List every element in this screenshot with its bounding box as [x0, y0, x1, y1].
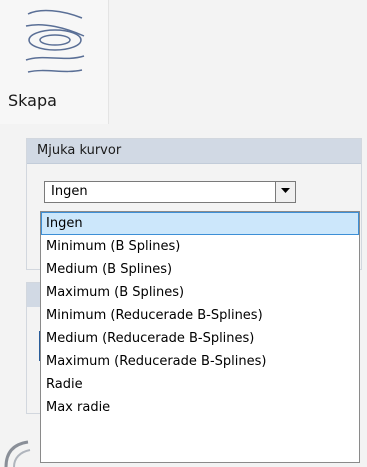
dropdown-option[interactable]: Radie: [41, 373, 359, 396]
panel-header: Mjuka kurvor: [27, 139, 361, 164]
combobox-value: Ingen: [51, 184, 88, 199]
smoothing-combobox[interactable]: Ingen: [44, 181, 296, 203]
create-label: Skapa: [8, 91, 57, 110]
dropdown-option[interactable]: Ingen: [41, 212, 359, 235]
dropdown-option[interactable]: Minimum (Reducerade B-Splines): [41, 304, 359, 327]
create-button[interactable]: Skapa: [0, 0, 109, 124]
dropdown-option[interactable]: Medium (B Splines): [41, 258, 359, 281]
chevron-down-icon: [281, 188, 290, 193]
dropdown-option[interactable]: Max radie: [41, 396, 359, 419]
combobox-dropdown-button[interactable]: [275, 182, 295, 202]
dropdown-option[interactable]: Minimum (B Splines): [41, 235, 359, 258]
dropdown-option[interactable]: Maximum (B Splines): [41, 281, 359, 304]
dropdown-option[interactable]: Medium (Reducerade B-Splines): [41, 327, 359, 350]
smoothing-dropdown-list: Ingen Minimum (B Splines) Medium (B Spli…: [40, 211, 360, 463]
tool-icon: [4, 440, 31, 467]
panel-title: Mjuka kurvor: [37, 143, 122, 158]
contour-lines-icon: [25, 9, 85, 73]
dropdown-option[interactable]: Maximum (Reducerade B-Splines): [41, 350, 359, 373]
